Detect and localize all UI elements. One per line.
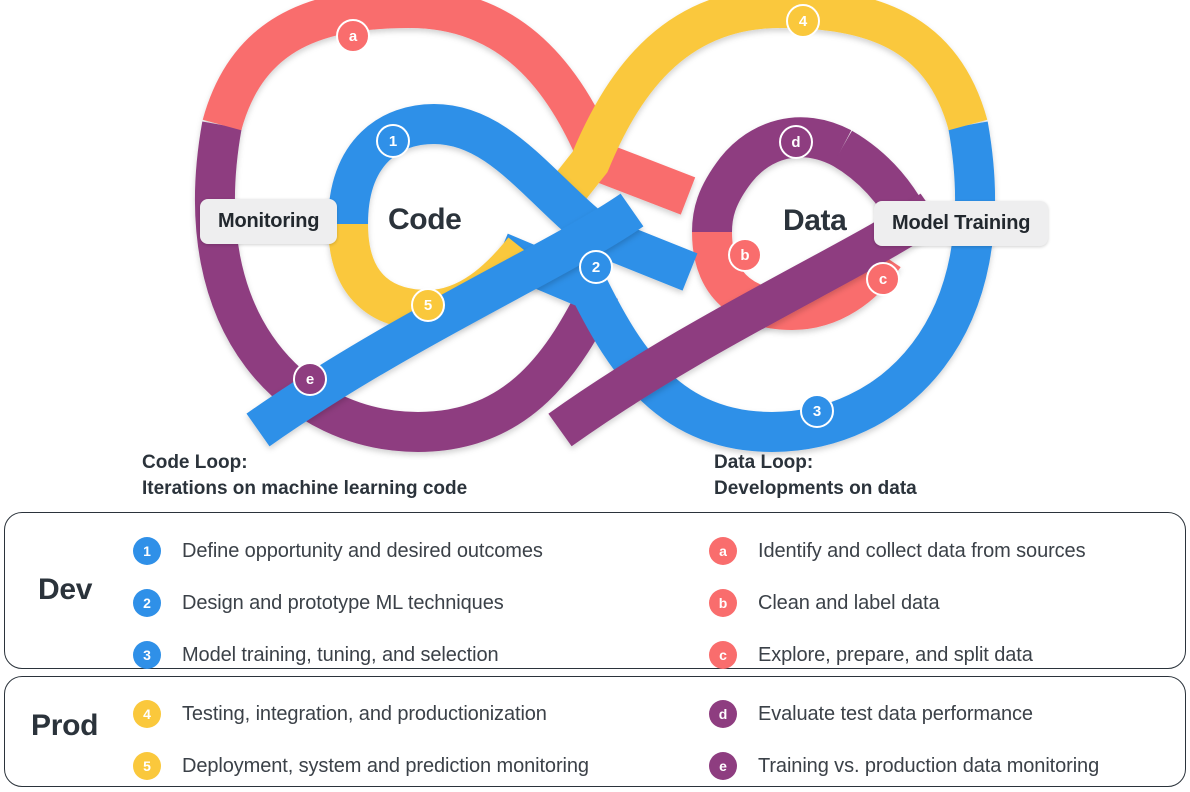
legend-item-label: Testing, integration, and productionizat… xyxy=(182,702,547,725)
legend-item-label: Design and prototype ML techniques xyxy=(182,591,504,614)
loop-marker-3[interactable]: 3 xyxy=(800,394,834,428)
legend-badge-5: 5 xyxy=(133,752,161,780)
dev-code-items: 1 Define opportunity and desired outcomes… xyxy=(133,525,543,681)
code-loop-caption: Code Loop: Iterations on machine learnin… xyxy=(142,450,467,502)
legend-badge-a: a xyxy=(709,537,737,565)
legend-row[interactable]: 1 Define opportunity and desired outcomes xyxy=(133,525,543,577)
loop-marker-b[interactable]: b xyxy=(728,238,762,272)
legend-badge-b: b xyxy=(709,589,737,617)
legend-row[interactable]: c Explore, prepare, and split data xyxy=(709,629,1085,681)
data-loop-caption: Data Loop: Developments on data xyxy=(714,450,917,502)
legend-row[interactable]: b Clean and label data xyxy=(709,577,1085,629)
legend-row[interactable]: a Identify and collect data from sources xyxy=(709,525,1086,577)
prod-data-items: d Evaluate test data performance e Training… xyxy=(709,688,1099,792)
loop-marker-1[interactable]: 1 xyxy=(376,124,410,158)
code-loop-title: Code Loop: xyxy=(142,452,248,473)
loop-marker-2[interactable]: 2 xyxy=(579,250,613,284)
prod-code-items: 4 Testing, integration, and productioniza… xyxy=(133,688,589,792)
legend-item-label: Define opportunity and desired outcomes xyxy=(182,539,543,562)
legend-row[interactable]: d Evaluate test data performance xyxy=(709,688,1099,740)
legend-item-label: Clean and label data xyxy=(758,591,940,614)
data-label: Data xyxy=(783,204,847,237)
legend-badge-2: 2 xyxy=(133,589,161,617)
legend-row[interactable]: 5 Deployment, system and prediction monit… xyxy=(133,740,589,792)
legend-item-label: Identify and collect data from sources xyxy=(758,539,1086,562)
loop-marker-e[interactable]: e xyxy=(293,362,327,396)
loop-marker-c[interactable]: c xyxy=(866,262,900,296)
legend-badge-1: 1 xyxy=(133,537,161,565)
legend-badge-4: 4 xyxy=(133,700,161,728)
legend-item-label: Deployment, system and prediction monito… xyxy=(182,754,589,777)
code-label: Code xyxy=(388,203,462,236)
legend-badge-c: c xyxy=(709,641,737,669)
legend-row[interactable]: 4 Testing, integration, and productioniza… xyxy=(133,688,589,740)
legend-row[interactable]: 3 Model training, tuning, and selection xyxy=(133,629,543,681)
legend-item-label: Explore, prepare, and split data xyxy=(758,643,1033,666)
legend-item-label: Training vs. production data monitoring xyxy=(758,754,1100,777)
legend-badge-3: 3 xyxy=(133,641,161,669)
legend-row[interactable]: e Training vs. production data monitoring xyxy=(709,740,1099,792)
loop-marker-4[interactable]: 4 xyxy=(786,4,820,38)
code-loop-subtitle: Iterations on machine learning code xyxy=(142,478,468,499)
loop-marker-a[interactable]: a xyxy=(336,19,370,53)
mlops-infinity-diagram: Monitoring Model Training Code Data a 1 … xyxy=(0,0,1190,791)
dev-row-label: Dev xyxy=(38,573,93,606)
legend-row[interactable]: 2 Design and prototype ML techniques xyxy=(133,577,543,629)
legend-badge-e: e xyxy=(709,752,737,780)
prod-row-label: Prod xyxy=(31,709,99,742)
model-training-pill[interactable]: Model Training xyxy=(874,201,1049,246)
dev-data-items: a Identify and collect data from sources b… xyxy=(709,525,1086,681)
legend-item-label: Model training, tuning, and selection xyxy=(182,643,499,666)
legend-item-label: Evaluate test data performance xyxy=(758,702,1033,725)
monitoring-pill[interactable]: Monitoring xyxy=(200,199,338,244)
data-loop-title: Data Loop: xyxy=(714,452,814,473)
legend-badge-d: d xyxy=(709,700,737,728)
infinity-loop-graphic: Monitoring Model Training Code Data a 1 … xyxy=(0,0,1190,453)
loop-marker-d[interactable]: d xyxy=(779,125,813,159)
loop-marker-5[interactable]: 5 xyxy=(411,288,445,322)
data-loop-subtitle: Developments on data xyxy=(714,478,917,499)
